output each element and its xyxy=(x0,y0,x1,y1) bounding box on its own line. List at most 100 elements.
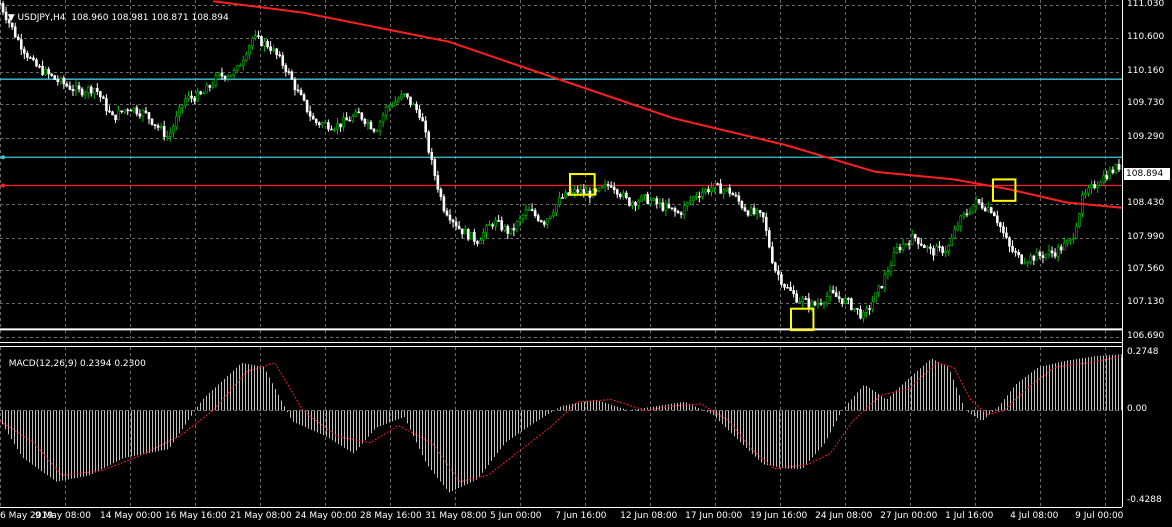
candle-body xyxy=(339,123,342,128)
candle-body xyxy=(150,118,154,125)
candle-body xyxy=(1059,246,1063,251)
candle-body xyxy=(451,219,455,223)
candle-body xyxy=(813,301,817,306)
macd-tick-label: 0.00 xyxy=(1127,404,1148,415)
candle-body xyxy=(938,246,941,248)
candle-body xyxy=(311,115,315,120)
time-tick-label: 17 Jun 00:00 xyxy=(685,511,743,521)
candle-body xyxy=(1005,232,1008,238)
candle-body xyxy=(305,99,309,112)
candle-body xyxy=(618,194,622,198)
time-tick-label: 28 May 16:00 xyxy=(360,511,422,521)
candle-body xyxy=(521,215,525,219)
candle-body xyxy=(308,111,312,117)
candle-body xyxy=(999,222,1002,228)
candle-body xyxy=(333,128,336,131)
candle-body xyxy=(533,210,537,216)
candle-body xyxy=(682,205,686,215)
candle-body xyxy=(384,106,388,116)
macd-panel xyxy=(0,354,1123,493)
candle-body xyxy=(35,59,38,67)
candle-body xyxy=(837,296,841,299)
price-tick-label: 107.990 xyxy=(1127,231,1165,242)
candle-body xyxy=(102,96,105,99)
candle-body xyxy=(260,36,263,47)
candle-body xyxy=(874,292,878,303)
candle-body xyxy=(503,226,507,231)
candle-body xyxy=(552,212,555,217)
candle-body xyxy=(299,90,303,96)
candle-body xyxy=(625,192,628,199)
candle-body xyxy=(907,243,911,246)
chart-grid xyxy=(0,0,1122,507)
candle-body xyxy=(263,41,266,47)
candle-body xyxy=(612,186,616,190)
candle-body xyxy=(731,193,735,196)
candle-body xyxy=(29,57,32,59)
candle-body xyxy=(844,298,847,304)
candle-body xyxy=(920,243,923,246)
candle-body xyxy=(761,212,765,218)
candle-body xyxy=(172,126,175,134)
candle-body xyxy=(853,308,856,310)
candle-body xyxy=(1032,255,1036,261)
candle-body xyxy=(892,252,896,266)
candle-body xyxy=(26,52,29,58)
candle-body xyxy=(293,79,297,91)
candle-body xyxy=(287,71,291,73)
candle-body xyxy=(795,293,798,303)
candle-body xyxy=(436,175,440,190)
candle-body xyxy=(244,54,248,61)
candle-body xyxy=(92,88,96,94)
header-ohlc: 108.960 108.981 108.871 108.894 xyxy=(71,13,229,23)
candle-body xyxy=(0,3,2,5)
header-symbol: USDJPY,H4 xyxy=(17,13,66,23)
candle-body xyxy=(387,105,391,108)
time-tick-label: 16 May 16:00 xyxy=(165,511,227,521)
candle-body xyxy=(509,228,513,234)
candle-body xyxy=(190,95,193,99)
price-tick-label: 109.290 xyxy=(1127,132,1165,143)
candle-body xyxy=(828,289,832,297)
candle-body xyxy=(941,246,944,254)
candle-body xyxy=(254,35,257,39)
candle-body xyxy=(740,201,744,208)
candle-body xyxy=(965,213,969,216)
candle-body xyxy=(114,114,117,121)
time-tick-label: 7 Jun 16:00 xyxy=(555,511,607,521)
candle-body xyxy=(208,85,212,88)
candle-body xyxy=(664,203,668,211)
candle-body xyxy=(1114,164,1118,173)
candle-body xyxy=(56,79,60,82)
candle-body xyxy=(473,231,476,242)
candle-body xyxy=(32,57,35,61)
candle-body xyxy=(111,111,114,116)
candle-body xyxy=(959,215,963,227)
chart-frame xyxy=(0,0,1123,508)
candle-body xyxy=(226,76,230,79)
candle-body xyxy=(415,103,418,110)
candle-body xyxy=(184,98,187,107)
candle-body xyxy=(156,125,160,128)
chart-canvas[interactable] xyxy=(0,0,1172,527)
candle-body xyxy=(512,228,516,231)
candle-body xyxy=(232,70,236,76)
candle-body xyxy=(500,220,504,231)
candle-body xyxy=(883,274,887,289)
candle-body xyxy=(956,225,960,231)
candle-body xyxy=(418,109,421,118)
candle-body xyxy=(695,196,698,198)
candle-body xyxy=(488,224,491,226)
candle-body xyxy=(725,187,729,191)
candle-body xyxy=(926,246,929,249)
candle-body xyxy=(454,221,458,227)
candle-body xyxy=(381,114,385,123)
candle-body xyxy=(284,65,288,72)
header-arrow-icon: ▼ xyxy=(7,13,18,23)
candle-body xyxy=(229,74,233,77)
candle-body xyxy=(196,91,199,102)
candle-body xyxy=(1011,245,1014,252)
candle-body xyxy=(1023,262,1026,265)
candle-body xyxy=(403,93,406,96)
candle-body xyxy=(764,216,768,231)
